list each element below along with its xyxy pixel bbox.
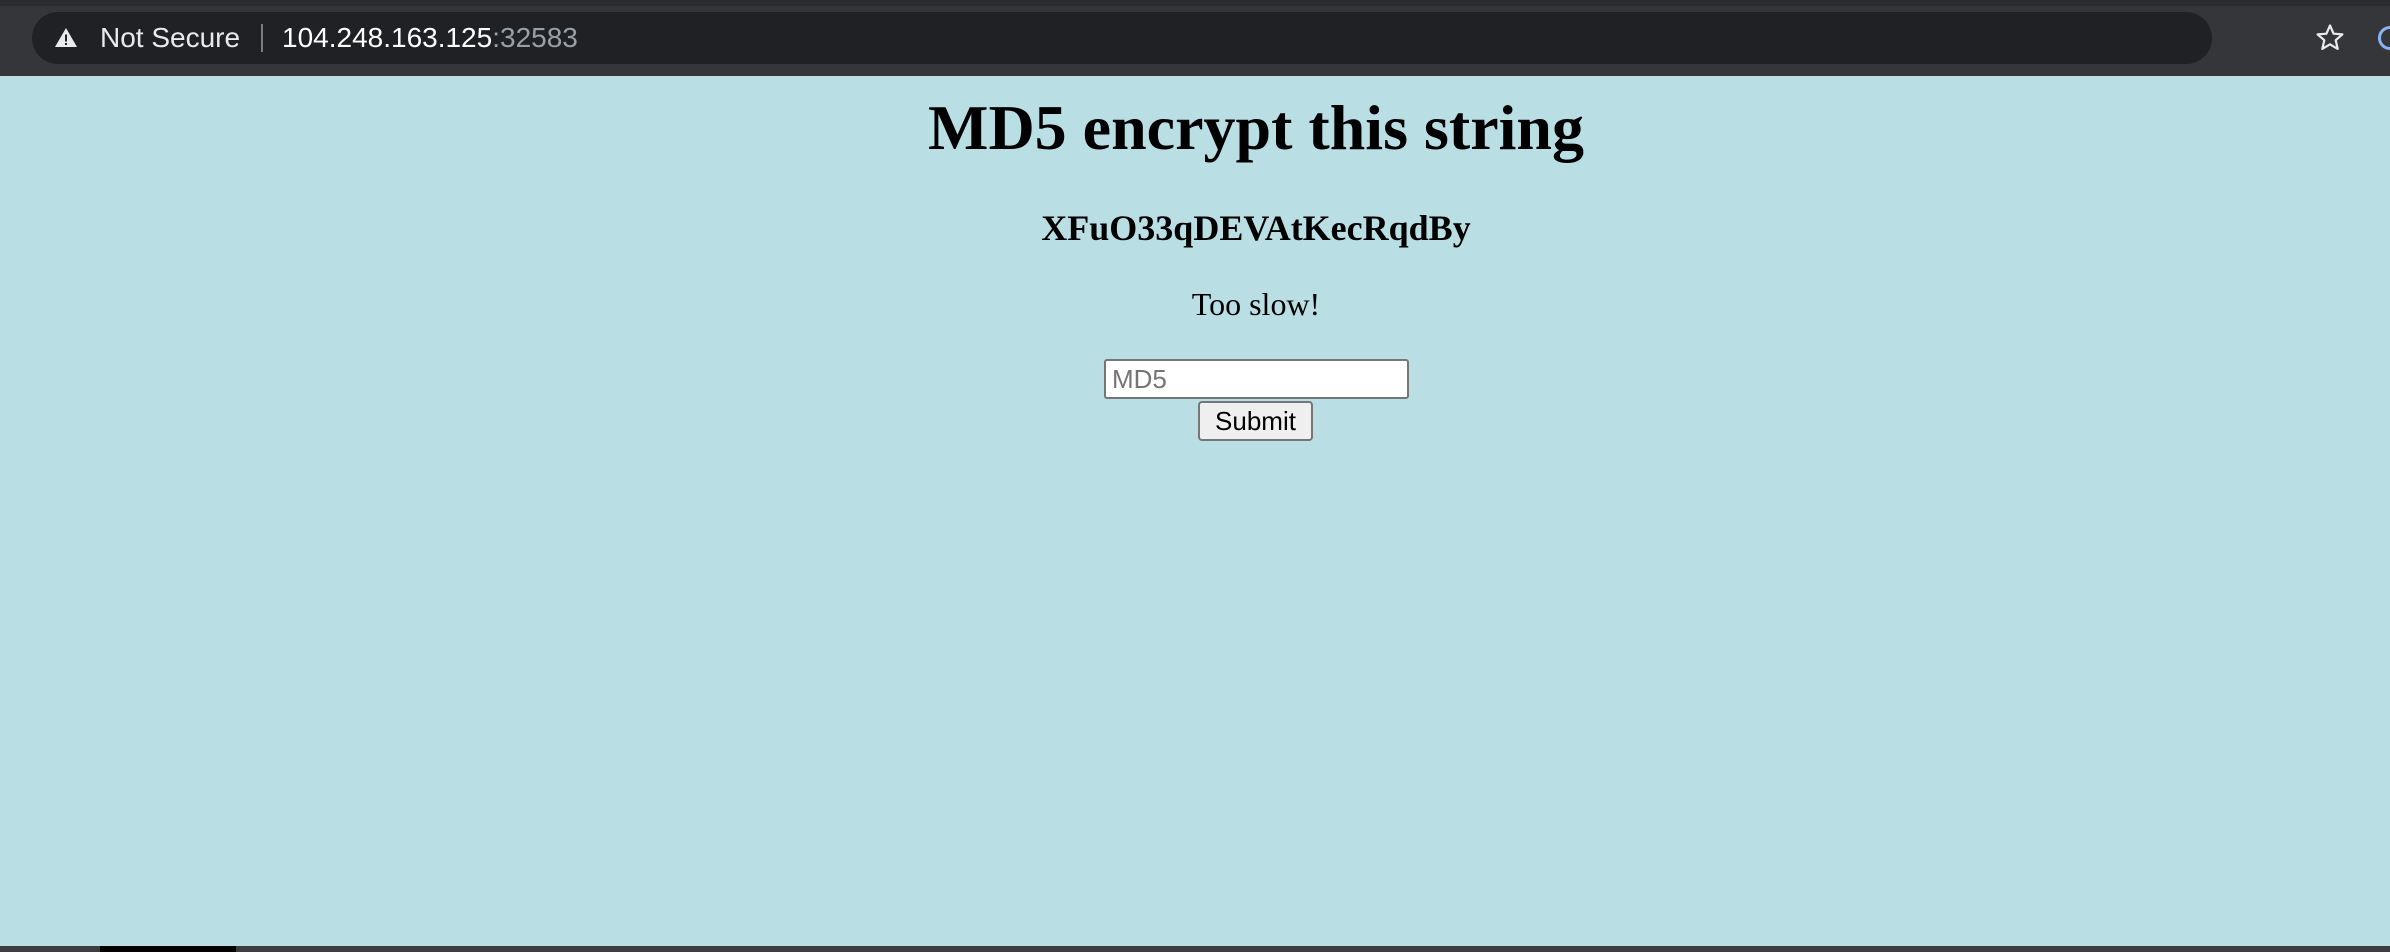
browser-toolbar: Not Secure 104.248.163.125:32583: [0, 0, 2390, 76]
url-host: 104.248.163.125: [282, 22, 493, 53]
page-content: MD5 encrypt this string XFuO33qDEVAtKecR…: [0, 76, 2390, 946]
dock-segment: [100, 946, 236, 952]
page-title: MD5 encrypt this string: [928, 92, 1584, 163]
tab-strip: [0, 0, 2390, 6]
status-message: Too slow!: [1191, 286, 1321, 322]
submit-button[interactable]: Submit: [1198, 401, 1313, 441]
star-icon[interactable]: [2314, 22, 2346, 54]
challenge-string: XFuO33qDEVAtKecRqdBy: [1041, 208, 1471, 248]
url-divider: [261, 24, 263, 52]
bottom-edge: [0, 946, 2390, 952]
address-bar[interactable]: Not Secure 104.248.163.125:32583: [32, 12, 2344, 64]
url-text[interactable]: 104.248.163.125:32583: [282, 24, 578, 52]
security-status-label[interactable]: Not Secure: [100, 24, 240, 52]
warning-triangle-icon[interactable]: [54, 26, 78, 50]
extension-icon[interactable]: [2378, 26, 2390, 50]
md5-input[interactable]: [1104, 359, 1409, 399]
url-port: :32583: [492, 22, 578, 53]
browser-window: Not Secure 104.248.163.125:32583 MD5 enc…: [0, 0, 2390, 952]
